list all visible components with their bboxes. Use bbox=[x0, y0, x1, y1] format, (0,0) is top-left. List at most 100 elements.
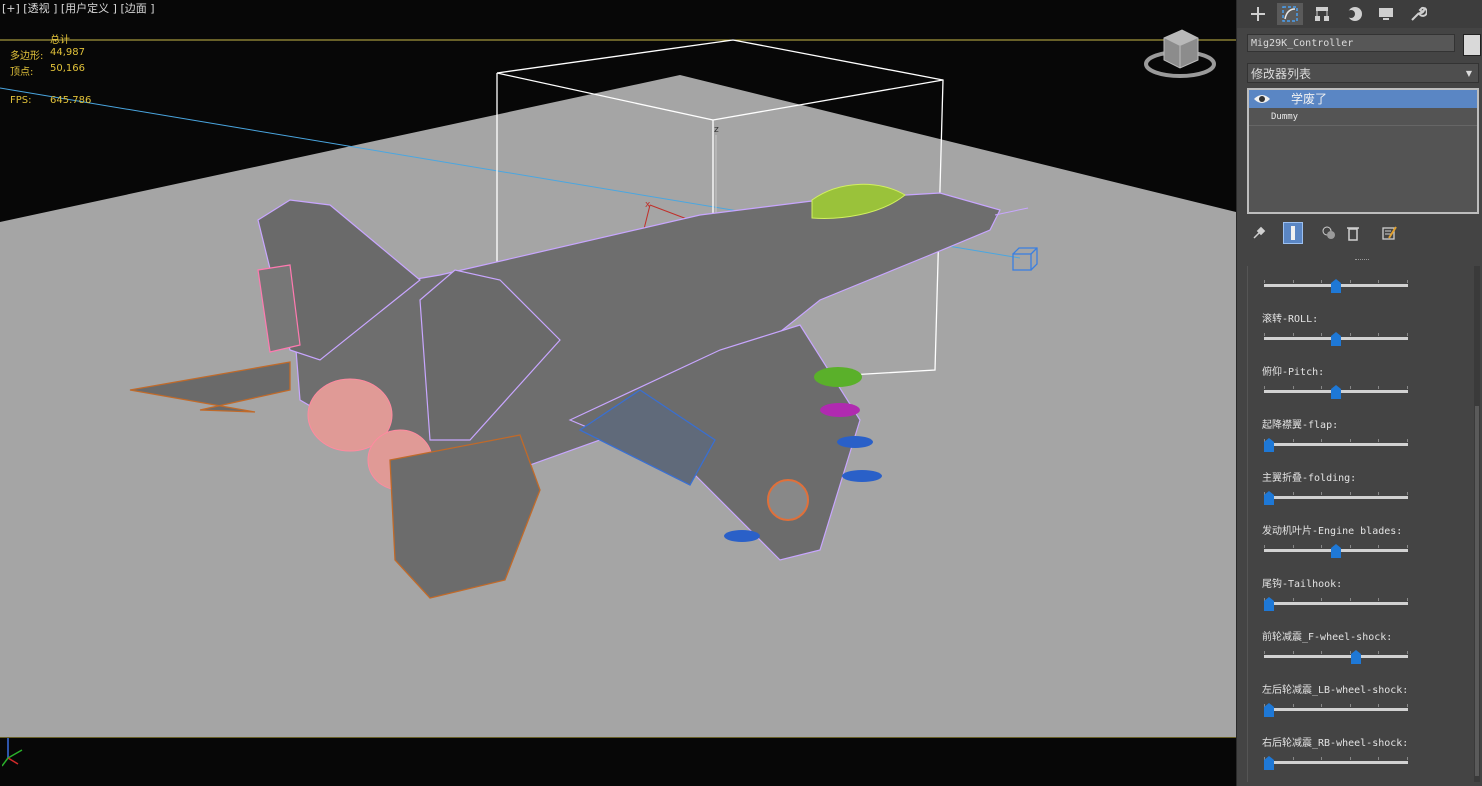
viewcube-icon[interactable] bbox=[1140, 26, 1220, 86]
slider-tick bbox=[1378, 651, 1379, 654]
slider-tick bbox=[1293, 386, 1294, 389]
slider-tick bbox=[1293, 492, 1294, 495]
slider-tick bbox=[1264, 386, 1265, 389]
slider-track[interactable] bbox=[1264, 598, 1408, 605]
svg-text:x: x bbox=[645, 200, 651, 210]
slider-knob[interactable] bbox=[1264, 755, 1274, 770]
show-end-result-icon[interactable] bbox=[1283, 222, 1303, 244]
configure-sets-icon[interactable] bbox=[1379, 222, 1399, 244]
slider-knob[interactable] bbox=[1331, 543, 1341, 558]
slider-tick bbox=[1264, 333, 1265, 336]
perspective-viewport[interactable]: z x y bbox=[0, 0, 1236, 786]
slider-knob[interactable] bbox=[1264, 437, 1274, 452]
parameter-label: 发动机叶片-Engine blades: bbox=[1262, 526, 1403, 537]
scene-canvas[interactable]: z x y bbox=[0, 0, 1236, 786]
slider-track[interactable] bbox=[1264, 704, 1408, 711]
slider-knob[interactable] bbox=[1331, 278, 1341, 293]
stack-item-attribute-holder[interactable]: 学废了 bbox=[1249, 90, 1477, 108]
slider-knob[interactable] bbox=[1264, 490, 1274, 505]
parameter-label: 尾钩-Tailhook: bbox=[1262, 579, 1343, 590]
slider-track[interactable] bbox=[1264, 439, 1408, 446]
stats-polygons-value: 44,987 bbox=[50, 47, 85, 58]
pin-stack-icon[interactable] bbox=[1249, 222, 1269, 244]
slider-tick bbox=[1350, 598, 1351, 601]
modifier-list-dropdown[interactable]: 修改器列表 ▼ bbox=[1247, 63, 1479, 83]
slider-tick bbox=[1378, 333, 1379, 336]
slider-knob[interactable] bbox=[1331, 384, 1341, 399]
display-tab-icon[interactable] bbox=[1373, 3, 1399, 25]
parameter-label: 滚转-ROLL: bbox=[1262, 314, 1319, 325]
slider-knob[interactable] bbox=[1264, 702, 1274, 717]
slider-tick bbox=[1378, 492, 1379, 495]
slider-tick bbox=[1350, 333, 1351, 336]
stats-polygons-label: 多边形: bbox=[10, 51, 44, 62]
object-name-field[interactable]: Mig29K_Controller bbox=[1247, 34, 1455, 52]
scrollbar-thumb[interactable] bbox=[1475, 406, 1479, 776]
make-unique-icon[interactable] bbox=[1319, 222, 1339, 244]
viewport-label[interactable]: [+] [透视 ] [用户定义 ] [边面 ] bbox=[2, 0, 155, 16]
slider-tick bbox=[1407, 598, 1408, 601]
slider-tick bbox=[1264, 545, 1265, 548]
slider-knob[interactable] bbox=[1331, 331, 1341, 346]
motion-tab-icon[interactable] bbox=[1341, 3, 1367, 25]
slider-tick bbox=[1407, 704, 1408, 707]
create-tab-icon[interactable] bbox=[1245, 3, 1271, 25]
parameter-slider[interactable] bbox=[1264, 755, 1408, 771]
svg-text:z: z bbox=[714, 125, 719, 135]
hierarchy-tab-icon[interactable] bbox=[1309, 3, 1335, 25]
slider-tick bbox=[1378, 598, 1379, 601]
parameter-slider[interactable] bbox=[1264, 490, 1408, 506]
modifier-stack[interactable]: 学废了 Dummy bbox=[1247, 88, 1479, 214]
parameter-label: 主翼折叠-folding: bbox=[1262, 473, 1357, 484]
slider-tick bbox=[1293, 439, 1294, 442]
panel-scrollbar[interactable] bbox=[1474, 266, 1480, 782]
slider-tick bbox=[1350, 704, 1351, 707]
stack-item-dummy[interactable]: Dummy bbox=[1249, 109, 1477, 126]
slider-tick bbox=[1321, 704, 1322, 707]
slider-tick bbox=[1378, 439, 1379, 442]
slider-tick bbox=[1407, 757, 1408, 760]
chevron-down-icon: ▼ bbox=[1465, 69, 1472, 78]
slider-tick bbox=[1321, 598, 1322, 601]
slider-tick bbox=[1321, 333, 1322, 336]
slider-tick bbox=[1293, 333, 1294, 336]
stack-item-label: 学废了 bbox=[1291, 92, 1328, 106]
parameter-slider[interactable] bbox=[1264, 596, 1408, 612]
slider-tick bbox=[1350, 492, 1351, 495]
slider-tick bbox=[1321, 386, 1322, 389]
stats-vertices-label: 顶点: bbox=[10, 67, 34, 78]
slider-tick bbox=[1407, 545, 1408, 548]
slider-tick bbox=[1321, 439, 1322, 442]
custom-attributes-rollout: 滚转-ROLL: 俯仰-Pitch: 起降襟翼-flap: 主翼折叠-folding:… bbox=[1247, 266, 1472, 782]
slider-tick bbox=[1407, 333, 1408, 336]
slider-track[interactable] bbox=[1264, 651, 1408, 658]
parameter-slider[interactable] bbox=[1264, 384, 1408, 400]
eye-icon[interactable] bbox=[1253, 91, 1271, 107]
utilities-tab-icon[interactable] bbox=[1405, 3, 1431, 25]
slider-tick bbox=[1378, 280, 1379, 283]
slider-tick bbox=[1350, 757, 1351, 760]
parameter-slider[interactable] bbox=[1264, 649, 1408, 665]
parameter-slider[interactable] bbox=[1264, 437, 1408, 453]
slider-tick bbox=[1321, 757, 1322, 760]
slider-knob[interactable] bbox=[1264, 596, 1274, 611]
slider-track[interactable] bbox=[1264, 757, 1408, 764]
slider-tick bbox=[1321, 280, 1322, 283]
command-panel: Mig29K_Controller 修改器列表 ▼ 学废了 Dummy 滚转-R… bbox=[1236, 0, 1482, 786]
stack-toolbar bbox=[1247, 222, 1479, 244]
slider-knob[interactable] bbox=[1351, 649, 1361, 664]
parameter-label: 右后轮减震_RB-wheel-shock: bbox=[1262, 738, 1409, 749]
parameter-slider[interactable] bbox=[1264, 331, 1408, 347]
panel-divider-grip[interactable] bbox=[1355, 259, 1369, 263]
command-panel-tabs bbox=[1237, 0, 1482, 28]
object-color-swatch[interactable] bbox=[1463, 34, 1481, 56]
slider-track[interactable] bbox=[1264, 492, 1408, 499]
stack-item-label: Dummy bbox=[1271, 112, 1299, 122]
slider-tick bbox=[1264, 280, 1265, 283]
parameter-slider[interactable] bbox=[1264, 702, 1408, 718]
modify-tab-icon[interactable] bbox=[1277, 3, 1303, 25]
parameter-slider[interactable] bbox=[1264, 278, 1408, 294]
delete-modifier-icon[interactable] bbox=[1343, 222, 1363, 244]
parameter-slider[interactable] bbox=[1264, 543, 1408, 559]
slider-tick bbox=[1350, 439, 1351, 442]
